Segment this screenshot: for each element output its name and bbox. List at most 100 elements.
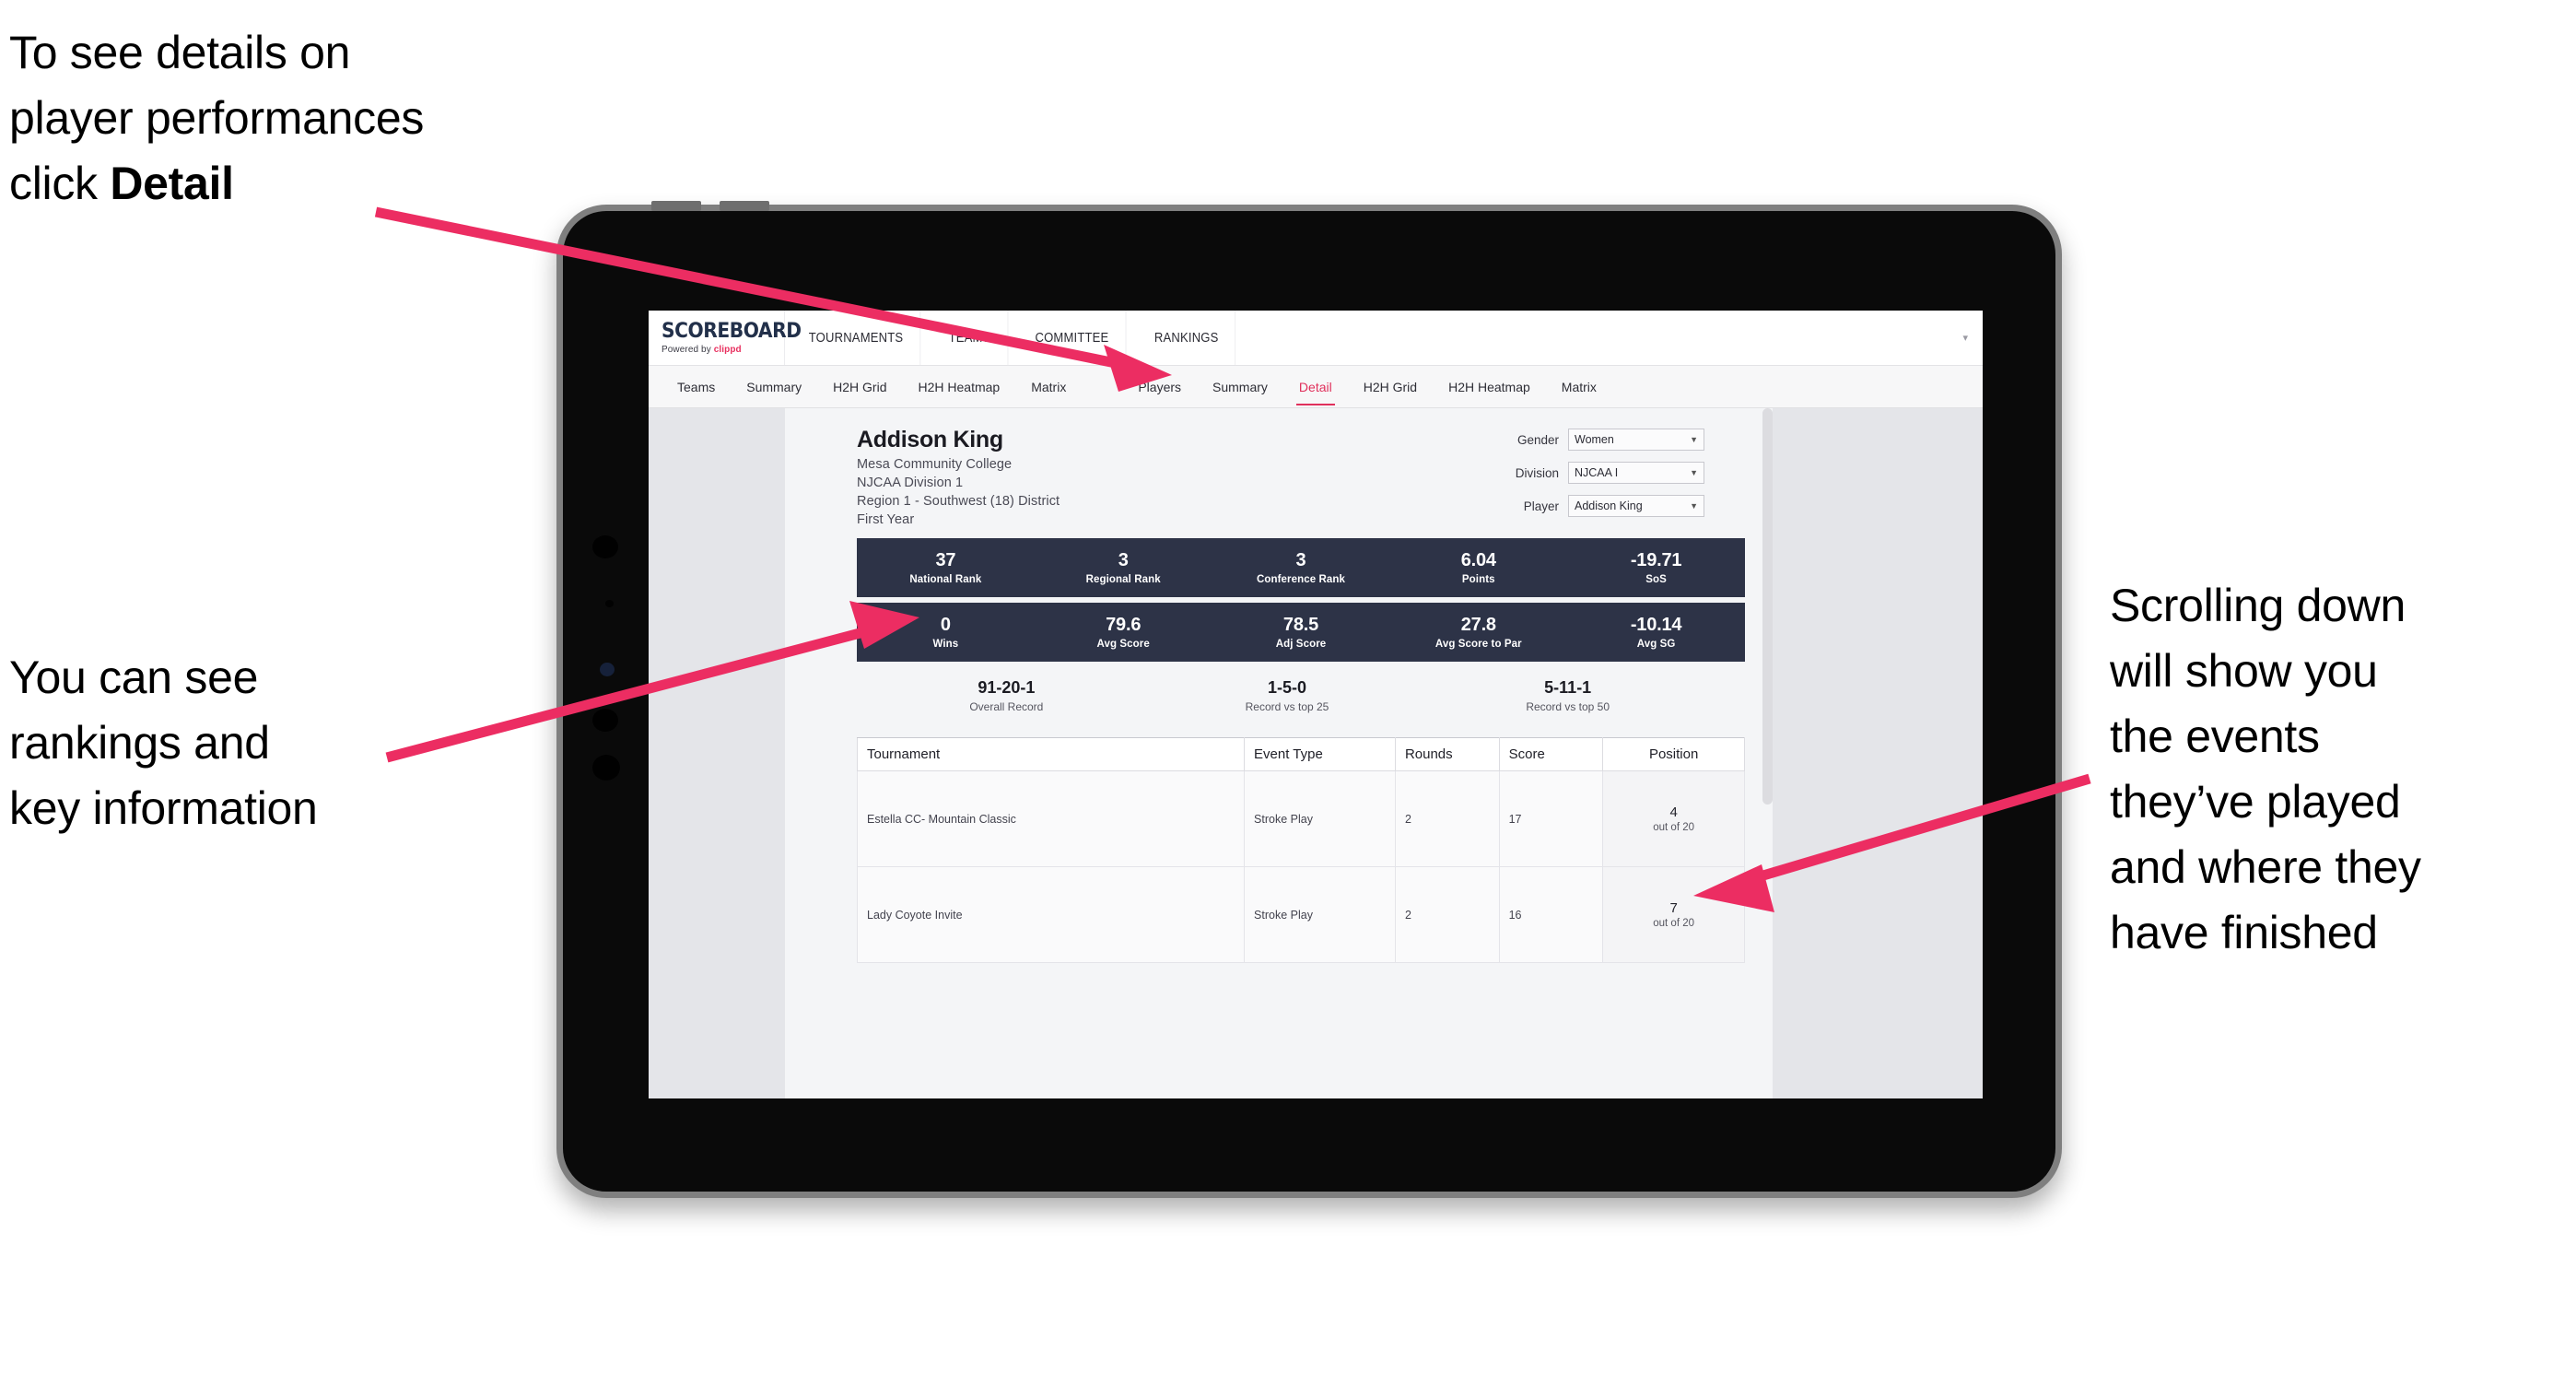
nav-item-committee[interactable]: COMMITTEE bbox=[1018, 311, 1127, 365]
annotation-left: You can see rankings and key information bbox=[9, 652, 318, 834]
chevron-down-icon: ▼ bbox=[1690, 501, 1698, 511]
stat-value: 3 bbox=[1295, 549, 1306, 570]
stat-label: Avg Score to Par bbox=[1434, 638, 1522, 650]
filter-gender-label: Gender bbox=[1516, 432, 1559, 447]
tab-players-h2h-grid[interactable]: H2H Grid bbox=[1348, 376, 1433, 398]
annotation-top: To see details on player performances cl… bbox=[9, 20, 617, 217]
stat-label: Points bbox=[1461, 573, 1495, 585]
record-value: 91-20-1 bbox=[978, 678, 1036, 697]
col-tournament[interactable]: Tournament bbox=[856, 737, 1246, 771]
annotation-right: Scrolling down will show you the events … bbox=[2110, 580, 2421, 958]
col-position[interactable]: Position bbox=[1602, 737, 1745, 771]
stat-avg-sg: -10.14 Avg SG bbox=[1567, 615, 1745, 650]
filter-division-select[interactable]: NJCAA I ▼ bbox=[1568, 462, 1704, 484]
tab-players-summary[interactable]: Summary bbox=[1197, 376, 1283, 398]
stat-label: Wins bbox=[932, 638, 959, 650]
record-value: 1-5-0 bbox=[1267, 678, 1307, 697]
cell-score: 16 bbox=[1498, 866, 1604, 963]
nav-item-teams[interactable]: TEAMS bbox=[932, 311, 1009, 365]
record-summary-row: 91-20-1 Overall Record 1-5-0 Record vs t… bbox=[857, 678, 1745, 713]
slide-canvas: SCOREBOARD Powered by clippd TOURNAMENTS… bbox=[0, 0, 2576, 1386]
filter-division: Division NJCAA I ▼ bbox=[1498, 462, 1704, 484]
chevron-down-icon[interactable]: ▾ bbox=[1962, 311, 1983, 365]
app-top-navigation: SCOREBOARD Powered by clippd TOURNAMENTS… bbox=[649, 311, 1983, 366]
record-label: Overall Record bbox=[969, 700, 1044, 713]
player-detail-sheet: Addison King Mesa Community College NJCA… bbox=[785, 408, 1773, 1098]
tablet-side-dot-2 bbox=[605, 600, 614, 607]
canvas-left-padding bbox=[649, 408, 785, 1098]
cell-rounds: 2 bbox=[1394, 866, 1500, 963]
tablet-device-frame: SCOREBOARD Powered by clippd TOURNAMENTS… bbox=[556, 201, 2062, 1198]
sheet-inner: Addison King Mesa Community College NJCA… bbox=[785, 408, 1773, 963]
filter-player: Player Addison King ▼ bbox=[1498, 495, 1704, 517]
tab-players-matrix[interactable]: Matrix bbox=[1546, 376, 1612, 398]
stat-avg-score-to-par: 27.8 Avg Score to Par bbox=[1389, 614, 1567, 650]
stat-national-rank: 37 National Rank bbox=[857, 549, 1035, 585]
tablet-side-dot-4 bbox=[592, 755, 620, 781]
cell-rounds: 2 bbox=[1394, 770, 1500, 867]
stat-value: 27.8 bbox=[1460, 614, 1496, 635]
tab-players-detail[interactable]: Detail bbox=[1283, 376, 1348, 405]
cell-tournament: Estella CC- Mountain Classic bbox=[856, 770, 1246, 867]
stat-label: National Rank bbox=[909, 573, 982, 585]
stat-adj-score: 78.5 Adj Score bbox=[1212, 615, 1390, 650]
record-vs-top-25: 1-5-0 Record vs top 25 bbox=[1147, 678, 1428, 713]
chevron-down-icon: ▼ bbox=[1690, 468, 1698, 477]
tablet-side-dot-3 bbox=[592, 709, 618, 732]
scoreboard-logo[interactable]: SCOREBOARD Powered by clippd bbox=[649, 311, 802, 365]
stat-value: 37 bbox=[935, 549, 956, 570]
record-label: Record vs top 25 bbox=[1245, 700, 1329, 713]
chevron-down-icon: ▼ bbox=[1690, 435, 1698, 444]
filter-player-label: Player bbox=[1523, 499, 1559, 513]
tablet-screen: SCOREBOARD Powered by clippd TOURNAMENTS… bbox=[649, 311, 1983, 1098]
stat-value: 3 bbox=[1118, 549, 1129, 570]
tab-players[interactable]: Players bbox=[1122, 376, 1197, 398]
tab-players-h2h-heatmap[interactable]: H2H Heatmap bbox=[1433, 376, 1546, 398]
filter-division-label: Division bbox=[1515, 465, 1559, 480]
record-vs-top-50: 5-11-1 Record vs top 50 bbox=[1427, 678, 1708, 713]
nav-item-tournaments[interactable]: TOURNAMENTS bbox=[792, 311, 921, 365]
table-row[interactable]: Estella CC- Mountain Classic Stroke Play… bbox=[856, 770, 1745, 867]
filter-gender-select[interactable]: Women ▼ bbox=[1568, 429, 1704, 451]
cell-position: 4 out of 20 bbox=[1602, 770, 1745, 867]
tablet-side-dot-1 bbox=[592, 535, 618, 558]
tab-teams-summary[interactable]: Summary bbox=[731, 376, 817, 398]
filter-player-select[interactable]: Addison King ▼ bbox=[1568, 495, 1704, 517]
stat-label: Avg SG bbox=[1636, 638, 1676, 650]
brand-tagline: Powered by clippd bbox=[662, 345, 784, 355]
filter-division-value: NJCAA I bbox=[1575, 466, 1619, 479]
tab-teams-h2h-grid[interactable]: H2H Grid bbox=[817, 376, 902, 398]
col-rounds[interactable]: Rounds bbox=[1394, 737, 1500, 771]
tablet-top-button-2 bbox=[720, 201, 769, 211]
tournament-results-table: Tournament Event Type Rounds Score Posit… bbox=[856, 737, 1745, 963]
position-out-of: out of 20 bbox=[1653, 918, 1695, 929]
table-row[interactable]: Lady Coyote Invite Stroke Play 2 16 7 ou… bbox=[856, 866, 1745, 963]
stat-value: -19.71 bbox=[1630, 549, 1682, 570]
stat-conference-rank: 3 Conference Rank bbox=[1212, 549, 1390, 585]
stat-avg-score: 79.6 Avg Score bbox=[1035, 614, 1212, 650]
cell-position: 7 out of 20 bbox=[1602, 866, 1745, 963]
filter-player-value: Addison King bbox=[1575, 499, 1643, 512]
table-header-row: Tournament Event Type Rounds Score Posit… bbox=[856, 737, 1745, 771]
filter-panel: Gender Women ▼ Division NJCAA I ▼ Player… bbox=[1498, 429, 1704, 528]
canvas-right-padding bbox=[1773, 408, 1983, 1098]
tab-teams-h2h-heatmap[interactable]: H2H Heatmap bbox=[903, 376, 1016, 398]
position-number: 7 bbox=[1669, 900, 1678, 916]
tab-teams-matrix[interactable]: Matrix bbox=[1015, 376, 1082, 398]
filter-gender-value: Women bbox=[1575, 433, 1614, 446]
col-score[interactable]: Score bbox=[1498, 737, 1604, 771]
record-overall: 91-20-1 Overall Record bbox=[866, 678, 1147, 713]
stat-label: Regional Rank bbox=[1085, 573, 1161, 585]
stat-value: 0 bbox=[940, 614, 951, 635]
stat-value: 79.6 bbox=[1106, 614, 1142, 635]
position-number: 4 bbox=[1669, 805, 1678, 820]
nav-item-rankings[interactable]: RANKINGS bbox=[1138, 311, 1236, 365]
col-event-type[interactable]: Event Type bbox=[1244, 737, 1396, 771]
stat-points: 6.04 Points bbox=[1389, 550, 1567, 585]
tablet-camera-dot bbox=[600, 663, 615, 676]
dashboard-canvas: Addison King Mesa Community College NJCA… bbox=[649, 408, 1983, 1098]
position-out-of: out of 20 bbox=[1653, 822, 1695, 833]
tab-teams[interactable]: Teams bbox=[662, 376, 731, 398]
stat-regional-rank: 3 Regional Rank bbox=[1035, 549, 1212, 585]
